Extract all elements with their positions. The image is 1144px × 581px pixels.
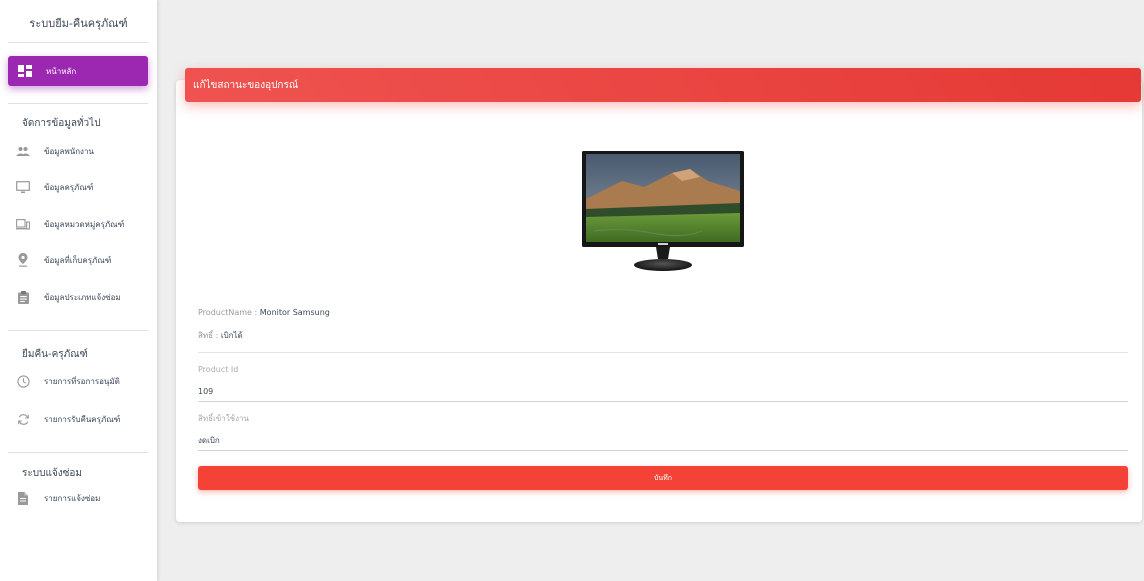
monitor-icon — [16, 180, 30, 194]
sidebar-item-label: ข้อมูลที่เก็บครุภัณฑ์ — [44, 255, 112, 265]
usage-right-label: สิทธิ์เข้าใช้งาน — [198, 414, 249, 423]
location-pin-icon — [16, 253, 30, 267]
document-icon — [16, 491, 30, 505]
sidebar-item-home[interactable]: หน้าหลัก — [8, 56, 148, 86]
sidebar-divider — [8, 452, 148, 453]
sidebar-item-label: ข้อมูลครุภัณฑ์ — [44, 182, 94, 192]
sidebar-item-label: ข้อมูลพนักงาน — [44, 146, 94, 156]
card-header: แก้ไขสถานะของอุปกรณ์ — [185, 68, 1141, 102]
product-id-underline — [198, 401, 1128, 402]
sidebar-divider — [8, 330, 148, 331]
sidebar-title: ระบบยืม-คืนครุภัณฑ์ — [29, 17, 128, 30]
sidebar-item-employees[interactable]: ข้อมูลพนักงาน — [16, 141, 151, 161]
sidebar-item-label: ข้อมูลประเภทแจ้งซ่อม — [44, 292, 121, 302]
sidebar-item-returns[interactable]: รายการรับคืนครุภัณฑ์ — [16, 409, 151, 429]
sidebar-item-label: รายการรับคืนครุภัณฑ์ — [44, 414, 121, 424]
section-divider — [198, 352, 1128, 353]
sidebar-item-pending[interactable]: รายการที่รอการอนุมัติ — [16, 371, 151, 391]
sidebar-section-general: จัดการข้อมูลทั่วไป — [22, 118, 101, 129]
card-title: แก้ไขสถานะของอุปกรณ์ — [193, 79, 299, 91]
product-id-label: Product Id — [198, 365, 239, 374]
product-right-value: เบิกได้ — [220, 331, 243, 340]
sidebar-item-repair-types[interactable]: ข้อมูลประเภทแจ้งซ่อม — [16, 287, 151, 307]
usage-right-select[interactable]: งดเบิก — [198, 434, 220, 447]
product-image-monitor — [582, 151, 744, 271]
sidebar-divider — [8, 103, 148, 104]
sidebar: ระบบยืม-คืนครุภัณฑ์ หน้าหลัก จัดการข้อมู… — [0, 0, 157, 581]
sidebar-item-label: รายการที่รอการอนุมัติ — [44, 376, 120, 386]
clock-icon — [16, 374, 30, 388]
sidebar-item-label: ข้อมูลหมวดหมู่ครุภัณฑ์ — [44, 219, 125, 229]
edit-status-card — [176, 80, 1142, 522]
product-name-row: ProductName : Monitor Samsung — [198, 308, 330, 317]
sidebar-divider — [8, 42, 148, 43]
refresh-icon — [16, 412, 30, 426]
usage-right-underline — [198, 450, 1128, 451]
devices-icon — [16, 217, 30, 231]
product-name-value: Monitor Samsung — [259, 308, 330, 317]
product-right-row: สิทธิ์ : เบิกได้ — [198, 329, 243, 342]
product-right-label: สิทธิ์ : — [198, 331, 221, 340]
sidebar-section-repair: ระบบแจ้งซ่อม — [22, 468, 83, 479]
sidebar-item-label: รายการแจ้งซ่อม — [44, 493, 101, 503]
clipboard-icon — [16, 290, 30, 304]
product-id-input[interactable]: 109 — [198, 387, 213, 396]
sidebar-item-categories[interactable]: ข้อมูลหมวดหมู่ครุภัณฑ์ — [16, 214, 151, 234]
people-icon — [16, 144, 30, 158]
product-name-label: ProductName : — [198, 308, 260, 317]
sidebar-item-storage[interactable]: ข้อมูลที่เก็บครุภัณฑ์ — [16, 250, 151, 270]
sidebar-item-equipment[interactable]: ข้อมูลครุภัณฑ์ — [16, 177, 151, 197]
save-button[interactable]: บันทึก — [198, 466, 1128, 490]
sidebar-item-label: หน้าหลัก — [46, 66, 77, 76]
sidebar-section-borrow: ยืมคืน-ครุภัณฑ์ — [22, 349, 88, 360]
dashboard-icon — [18, 65, 32, 77]
sidebar-item-repair-list[interactable]: รายการแจ้งซ่อม — [16, 488, 151, 508]
